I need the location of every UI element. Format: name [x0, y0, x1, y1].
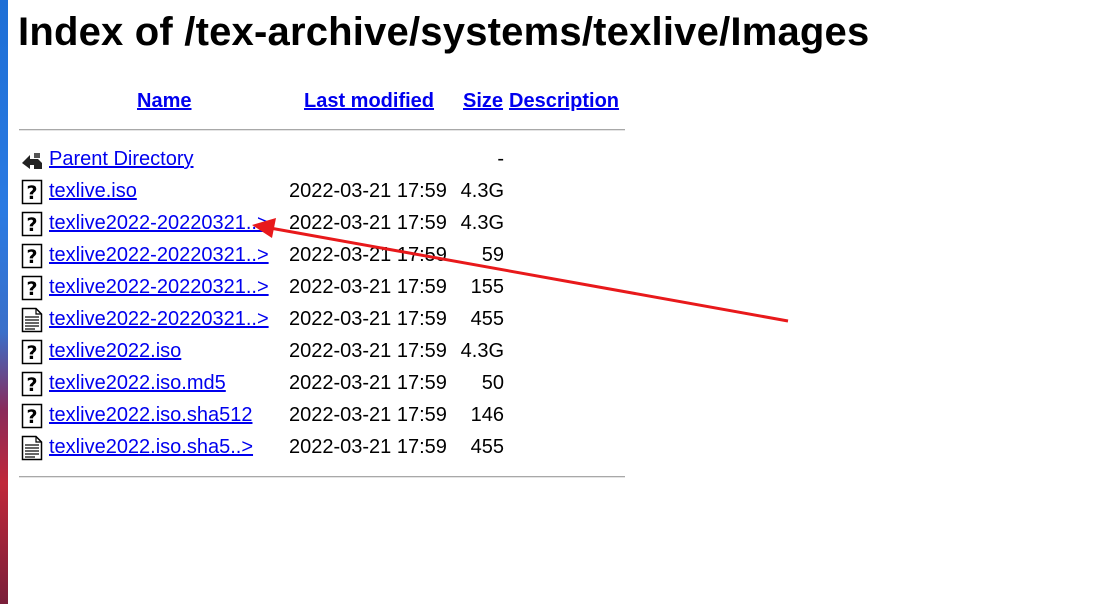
header-divider [19, 129, 625, 131]
last-modified-cell: 2022-03-21 17:59 [289, 308, 447, 330]
size-cell: 155 [470, 276, 504, 298]
svg-text:?: ? [26, 182, 37, 204]
back-icon[interactable] [20, 147, 44, 173]
last-modified-cell: 2022-03-21 17:59 [289, 404, 447, 426]
svg-text:?: ? [26, 374, 37, 396]
size-cell: 455 [470, 308, 504, 330]
page-title: Index of /tex-archive/systems/texlive/Im… [18, 10, 870, 54]
file-link[interactable]: texlive2022.iso.md5 [49, 372, 226, 395]
table-row: ? texlive.iso 2022-03-21 17:59 4.3G [18, 176, 638, 208]
svg-text:?: ? [26, 278, 37, 300]
file-link[interactable]: texlive2022.iso.sha5..> [49, 436, 253, 459]
file-link[interactable]: texlive2022-20220321..> [49, 244, 269, 267]
last-modified-cell: 2022-03-21 17:59 [289, 244, 447, 266]
table-row: texlive2022.iso.sha5..> 2022-03-21 17:59 4… [18, 432, 638, 464]
file-link[interactable]: texlive2022-20220321..> [49, 276, 269, 299]
table-row: ? texlive2022-20220321..> 2022-03-21 17:59… [18, 208, 638, 240]
last-modified-cell: 2022-03-21 17:59 [289, 180, 447, 202]
size-cell: - [497, 148, 504, 170]
unknown-file-icon[interactable]: ? [20, 403, 44, 429]
column-header-name[interactable]: Name [137, 90, 191, 113]
table-row: ? texlive2022-20220321..> 2022-03-21 17:59… [18, 272, 638, 304]
last-modified-cell: 2022-03-21 17:59 [289, 340, 447, 362]
last-modified-cell: 2022-03-21 17:59 [289, 212, 447, 234]
table-row: ? texlive2022-20220321..> 2022-03-21 17:59… [18, 240, 638, 272]
size-cell: 4.3G [460, 180, 504, 202]
svg-text:?: ? [26, 246, 37, 268]
size-cell: 146 [470, 404, 504, 426]
last-modified-cell: 2022-03-21 17:59 [289, 372, 447, 394]
parent-directory-row: Parent Directory - [18, 144, 638, 176]
table-row: texlive2022-20220321..> 2022-03-21 17:59 4… [18, 304, 638, 336]
size-cell: 59 [481, 244, 504, 266]
unknown-file-icon[interactable]: ? [20, 179, 44, 205]
unknown-file-icon[interactable]: ? [20, 275, 44, 301]
size-cell: 50 [481, 372, 504, 394]
unknown-file-icon[interactable]: ? [20, 211, 44, 237]
text-file-icon[interactable] [20, 435, 44, 461]
size-cell: 4.3G [460, 212, 504, 234]
column-header-description[interactable]: Description [509, 90, 619, 113]
file-link[interactable]: texlive2022-20220321..> [49, 308, 269, 331]
column-header-size[interactable]: Size [463, 90, 503, 113]
file-link[interactable]: Parent Directory [49, 148, 194, 171]
unknown-file-icon[interactable]: ? [20, 339, 44, 365]
last-modified-cell: 2022-03-21 17:59 [289, 436, 447, 458]
unknown-file-icon[interactable]: ? [20, 243, 44, 269]
size-cell: 4.3G [460, 340, 504, 362]
table-row: ? texlive2022.iso.sha512 2022-03-21 17:59 1… [18, 400, 638, 432]
unknown-file-icon[interactable]: ? [20, 371, 44, 397]
desktop-edge-strip [0, 0, 8, 604]
file-link[interactable]: texlive2022-20220321..> [49, 212, 269, 235]
file-link[interactable]: texlive.iso [49, 180, 137, 203]
table-row: ? texlive2022.iso 2022-03-21 17:59 4.3G [18, 336, 638, 368]
file-link[interactable]: texlive2022.iso [49, 340, 181, 363]
size-cell: 455 [470, 436, 504, 458]
svg-text:?: ? [26, 406, 37, 428]
table-row: ? texlive2022.iso.md5 2022-03-21 17:59 50 [18, 368, 638, 400]
svg-text:?: ? [26, 214, 37, 236]
column-header-last-modified[interactable]: Last modified [304, 90, 434, 113]
file-link[interactable]: texlive2022.iso.sha512 [49, 404, 252, 427]
footer-divider [19, 476, 625, 478]
svg-text:?: ? [26, 342, 37, 364]
text-file-icon[interactable] [20, 307, 44, 333]
last-modified-cell: 2022-03-21 17:59 [289, 276, 447, 298]
